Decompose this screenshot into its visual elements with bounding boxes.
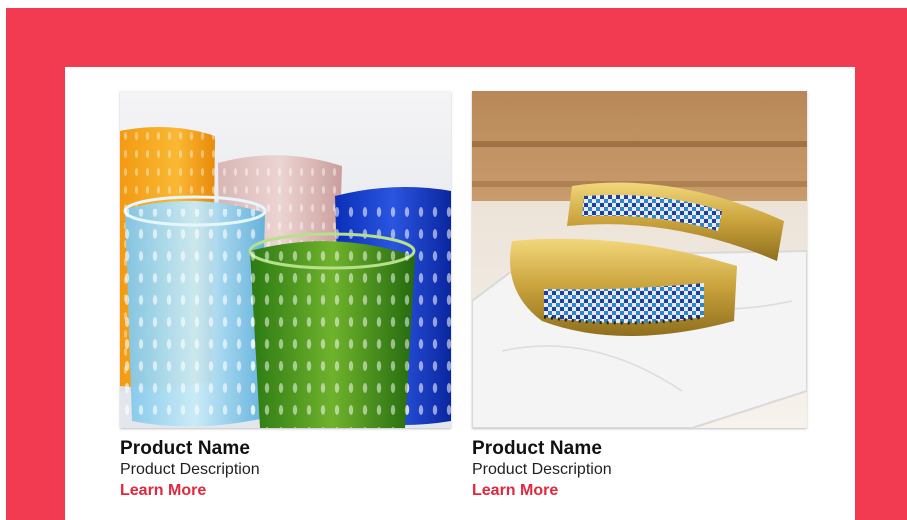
learn-more-link[interactable]: Learn More: [472, 480, 558, 502]
product-card: Product Name Product Description Learn M…: [472, 91, 807, 502]
glasses-photo: [120, 91, 451, 428]
product-card: Product Name Product Description Learn M…: [120, 91, 451, 502]
product-name: Product Name: [120, 438, 251, 459]
product-description: Product Description: [472, 461, 612, 478]
product-panel: Product Name Product Description Learn M…: [65, 67, 855, 520]
product-image-bracelets[interactable]: [472, 91, 807, 428]
bracelets-photo: [472, 91, 807, 428]
product-image-glasses[interactable]: [120, 91, 451, 428]
brand-frame: Product Name Product Description Learn M…: [6, 8, 907, 520]
learn-more-link[interactable]: Learn More: [120, 480, 206, 502]
product-description: Product Description: [120, 461, 260, 478]
product-name: Product Name: [472, 438, 603, 459]
